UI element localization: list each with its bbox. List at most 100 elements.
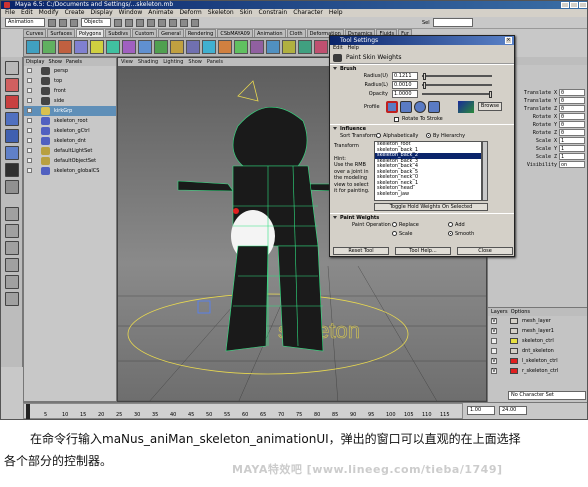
expand-icon[interactable] (27, 148, 32, 153)
expand-icon[interactable] (27, 128, 32, 133)
add-radio[interactable] (448, 222, 453, 227)
outliner-item[interactable]: skeleton_gCtrl (24, 126, 116, 136)
toggle-hold-weights-button[interactable]: Toggle Hold Weights On Selected (374, 203, 488, 211)
select-tool-icon[interactable] (4, 61, 19, 75)
select-by-object-icon[interactable] (125, 18, 133, 27)
outliner-item[interactable]: side (24, 96, 116, 106)
radius-u-field[interactable]: 0.1211 (392, 72, 418, 80)
menu-constrain[interactable]: Constrain (258, 9, 287, 17)
transform-list-item[interactable]: skeleton_jaw (375, 191, 481, 198)
radius-u-slider[interactable] (422, 73, 492, 80)
channel-value[interactable]: 1 (559, 145, 585, 152)
shelf-tool-icon[interactable] (138, 40, 152, 54)
ipr-render-icon[interactable] (191, 18, 199, 27)
outliner-item[interactable]: front (24, 86, 116, 96)
sort-alpha-radio[interactable] (376, 133, 381, 138)
layers-menu-layers[interactable]: Layers (491, 309, 508, 315)
browse-button[interactable]: Browse (478, 102, 502, 111)
outliner-item[interactable]: kirkGrp (24, 106, 116, 116)
persp-graph-layout-icon[interactable] (4, 258, 19, 272)
layer-color-swatch[interactable] (510, 318, 518, 324)
start-time-field[interactable]: 1.00 (467, 406, 495, 415)
outliner-item[interactable]: top (24, 76, 116, 86)
shelf-tool-icon[interactable] (170, 40, 184, 54)
channel-value[interactable]: 1 (559, 137, 585, 144)
transform-list-scrollbar[interactable] (482, 141, 488, 201)
layer-visibility-toggle[interactable]: V (491, 328, 497, 334)
menu-window[interactable]: Window (119, 9, 143, 17)
shelf-tool-icon[interactable] (314, 40, 328, 54)
expand-icon[interactable] (27, 98, 32, 103)
soft-brush-icon[interactable] (400, 101, 412, 113)
layer-row[interactable]: Vmesh_layer (488, 316, 587, 326)
shelf-tab-general[interactable]: General (158, 29, 184, 37)
opacity-slider[interactable] (422, 91, 492, 98)
layer-visibility-toggle[interactable]: V (491, 368, 497, 374)
outliner-menu-display[interactable]: Display (26, 58, 44, 66)
shelf-tool-icon[interactable] (202, 40, 216, 54)
layer-color-swatch[interactable] (510, 338, 518, 344)
layer-row[interactable]: skeleton_ctrl (488, 336, 587, 346)
shelf-tool-icon[interactable] (282, 40, 296, 54)
rotate-tool-icon[interactable] (4, 129, 19, 143)
shelf-tab-curves[interactable]: Curves (23, 29, 47, 37)
solid-brush-icon[interactable] (414, 101, 426, 113)
maximize-button[interactable] (570, 2, 578, 8)
time-track[interactable]: 1510152025303540455055606570758085909510… (23, 403, 463, 419)
viewport-menu-view[interactable]: View (121, 58, 133, 66)
layer-color-swatch[interactable] (510, 328, 518, 334)
influence-section-header[interactable]: Influence (330, 124, 514, 132)
shelf-tool-icon[interactable] (26, 40, 40, 54)
smooth-radio[interactable] (448, 231, 453, 236)
menu-create[interactable]: Create (65, 9, 85, 17)
shelf-tool-icon[interactable] (90, 40, 104, 54)
snap-curve-icon[interactable] (158, 18, 166, 27)
end-time-field[interactable]: 24.00 (499, 406, 527, 415)
lasso-tool-icon[interactable] (4, 78, 19, 92)
layer-color-swatch[interactable] (510, 348, 518, 354)
expand-icon[interactable] (27, 168, 32, 173)
layer-visibility-toggle[interactable]: V (491, 358, 497, 364)
paint-select-tool-icon[interactable] (4, 95, 19, 109)
outliner-item[interactable]: skeleton_globalCS (24, 166, 116, 176)
outliner-item[interactable]: persp (24, 66, 116, 76)
expand-icon[interactable] (27, 118, 32, 123)
ik-handle-box[interactable] (197, 300, 211, 314)
expand-icon[interactable] (27, 138, 32, 143)
scale-radio[interactable] (392, 231, 397, 236)
select-by-hierarchy-icon[interactable] (114, 18, 122, 27)
shelf-tool-icon[interactable] (106, 40, 120, 54)
shelf-tool-icon[interactable] (122, 40, 136, 54)
channel-value[interactable]: 0 (559, 89, 585, 96)
single-pane-layout-icon[interactable] (4, 207, 19, 221)
channel-value[interactable]: 0 (559, 113, 585, 120)
close-button[interactable]: Close (457, 247, 513, 255)
show-manipulator-icon[interactable] (4, 180, 19, 194)
open-scene-icon[interactable] (59, 18, 67, 27)
menu-character[interactable]: Character (293, 9, 323, 17)
menu-animate[interactable]: Animate (148, 9, 173, 17)
shelf-tool-icon[interactable] (186, 40, 200, 54)
paint-skin-weights-tool-icon[interactable] (4, 163, 19, 177)
minimize-button[interactable] (561, 2, 569, 8)
viewport-menu-panels[interactable]: Panels (207, 58, 223, 66)
layer-row[interactable]: Vr_skeleton_ctrl (488, 366, 587, 376)
outliner-item[interactable]: defaultLightSet (24, 146, 116, 156)
opacity-field[interactable]: 1.0000 (392, 90, 418, 98)
radius-u-knob[interactable] (423, 73, 426, 80)
expand-icon[interactable] (27, 158, 32, 163)
menu-display[interactable]: Display (91, 9, 113, 17)
shelf-tool-icon[interactable] (266, 40, 280, 54)
channel-value[interactable]: on (559, 161, 585, 168)
menu-help[interactable]: Help (329, 9, 343, 17)
opacity-knob[interactable] (489, 91, 492, 98)
shelf-tool-icon[interactable] (58, 40, 72, 54)
outliner-item[interactable]: skeleton_root (24, 116, 116, 126)
hypershade-layout-icon[interactable] (4, 275, 19, 289)
snap-point-icon[interactable] (169, 18, 177, 27)
tool-menu-edit[interactable]: Edit (333, 45, 343, 51)
close-button[interactable] (579, 2, 587, 8)
four-pane-layout-icon[interactable] (4, 224, 19, 238)
radius-l-knob[interactable] (423, 82, 426, 89)
layer-color-swatch[interactable] (510, 368, 518, 374)
